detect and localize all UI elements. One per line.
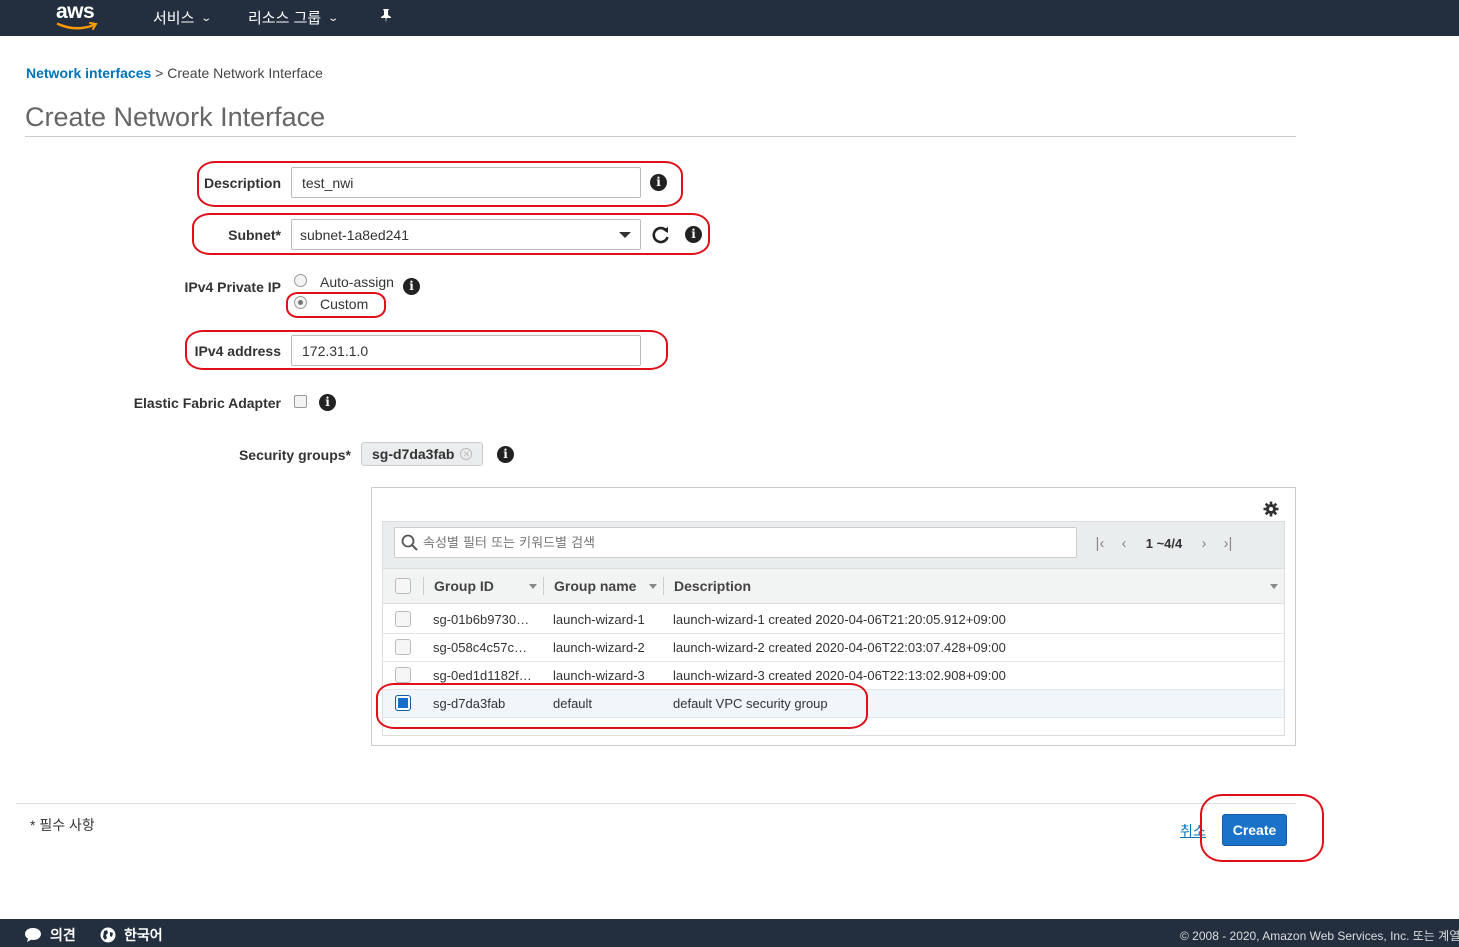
- resource-groups-menu[interactable]: 리소스 그룹 ⌄: [248, 7, 340, 28]
- row-checkbox[interactable]: [395, 639, 411, 655]
- search-icon: [401, 534, 418, 551]
- auto-assign-label[interactable]: Auto-assign: [320, 274, 394, 290]
- custom-radio[interactable]: [294, 296, 307, 309]
- caret-down-icon: [619, 232, 631, 238]
- group-id-cell: sg-058c4c57c…: [433, 640, 527, 655]
- aws-logo[interactable]: aws: [56, 0, 102, 32]
- info-icon[interactable]: i: [403, 278, 420, 295]
- info-icon[interactable]: i: [685, 226, 702, 243]
- table-toolbar: |‹ ‹ 1 ~4/4 › ›|: [383, 522, 1284, 568]
- last-page-icon[interactable]: ›|: [1216, 535, 1240, 552]
- description-cell: launch-wizard-1 created 2020-04-06T21:20…: [673, 612, 1006, 627]
- security-group-token-label: sg-d7da3fab: [372, 446, 455, 462]
- group-id-cell: sg-d7da3fab: [433, 696, 506, 711]
- ipv4-private-ip-label: IPv4 Private IP: [184, 279, 281, 295]
- breadcrumb: Network interfaces > Create Network Inte…: [26, 65, 323, 81]
- sort-caret-icon[interactable]: [1270, 584, 1278, 589]
- table-row[interactable]: sg-058c4c57c… launch-wizard-2 launch-wiz…: [383, 634, 1284, 662]
- top-nav: aws 서비스 ⌄ 리소스 그룹 ⌄: [0, 0, 1459, 36]
- security-group-table: |‹ ‹ 1 ~4/4 › ›| Group ID Group name Des…: [382, 521, 1285, 736]
- sort-caret-icon[interactable]: [649, 584, 657, 589]
- feedback-label: 의견: [50, 927, 76, 943]
- first-page-icon[interactable]: |‹: [1088, 535, 1112, 552]
- row-checkbox[interactable]: [395, 611, 411, 627]
- feedback-link[interactable]: 의견: [24, 925, 76, 945]
- cancel-link[interactable]: 취소: [1180, 821, 1206, 841]
- info-icon[interactable]: i: [650, 174, 667, 191]
- table-header: Group ID Group name Description: [383, 568, 1284, 604]
- table-row[interactable]: sg-d7da3fab default default VPC security…: [383, 690, 1284, 718]
- group-name-cell: default: [553, 696, 593, 711]
- breadcrumb-network-interfaces-link[interactable]: Network interfaces: [26, 65, 151, 81]
- auto-assign-radio[interactable]: [294, 274, 307, 287]
- description-label: Description: [204, 175, 282, 191]
- subnet-select[interactable]: subnet-1a8ed241: [291, 219, 641, 250]
- column-separator: [423, 577, 424, 595]
- column-separator: [543, 577, 544, 595]
- sort-caret-icon[interactable]: [529, 584, 537, 589]
- column-header-group-name[interactable]: Group name: [554, 569, 636, 603]
- gear-icon[interactable]: [1263, 501, 1279, 517]
- column-header-description[interactable]: Description: [674, 569, 751, 603]
- description-cell: launch-wizard-2 created 2020-04-06T22:03…: [673, 640, 1006, 655]
- table-row[interactable]: sg-0ed1d1182f… launch-wizard-3 launch-wi…: [383, 662, 1284, 690]
- required-note: * 필수 사항: [30, 817, 95, 833]
- description-cell: launch-wizard-3 created 2020-04-06T22:13…: [673, 668, 1006, 683]
- page-indicator: 1 ~4/4: [1145, 536, 1183, 551]
- subnet-label: Subnet*: [228, 227, 281, 243]
- efa-label: Elastic Fabric Adapter: [133, 395, 281, 411]
- group-id-cell: sg-0ed1d1182f…: [433, 668, 532, 683]
- services-menu[interactable]: 서비스 ⌄: [153, 7, 213, 28]
- speech-bubble-icon: [25, 928, 41, 942]
- refresh-icon[interactable]: [651, 225, 671, 245]
- ipv4-address-label: IPv4 address: [194, 343, 281, 359]
- group-name-cell: launch-wizard-1: [553, 612, 645, 627]
- custom-label[interactable]: Custom: [320, 296, 368, 312]
- column-separator: [663, 577, 664, 595]
- group-id-cell: sg-01b6b9730…: [433, 612, 530, 627]
- previous-page-icon[interactable]: ‹: [1112, 535, 1136, 552]
- language-selector[interactable]: 한국어: [100, 925, 163, 945]
- globe-icon: [100, 927, 116, 943]
- aws-logo-text: aws: [56, 0, 95, 23]
- aws-smile-icon: [56, 22, 98, 30]
- search-box[interactable]: [394, 527, 1077, 558]
- row-checkbox[interactable]: [395, 695, 411, 711]
- efa-checkbox[interactable]: [294, 395, 307, 408]
- services-label: 서비스: [153, 10, 195, 27]
- ipv4-address-input[interactable]: [291, 335, 641, 366]
- divider: [16, 803, 1296, 804]
- resource-groups-label: 리소스 그룹: [248, 10, 322, 27]
- create-button[interactable]: Create: [1222, 814, 1287, 846]
- next-page-icon[interactable]: ›: [1192, 535, 1216, 552]
- row-checkbox[interactable]: [395, 667, 411, 683]
- breadcrumb-current: Create Network Interface: [167, 65, 323, 81]
- select-all-checkbox[interactable]: [395, 578, 411, 594]
- divider: [25, 136, 1296, 137]
- chevron-down-icon: ⌄: [327, 13, 340, 24]
- chevron-down-icon: ⌄: [200, 13, 213, 24]
- table-row[interactable]: sg-01b6b9730… launch-wizard-1 launch-wiz…: [383, 606, 1284, 634]
- security-group-panel: |‹ ‹ 1 ~4/4 › ›| Group ID Group name Des…: [371, 487, 1296, 746]
- security-groups-label: Security groups*: [238, 447, 351, 463]
- language-label: 한국어: [124, 927, 163, 943]
- copyright: © 2008 - 2020, Amazon Web Services, Inc.…: [1180, 929, 1459, 943]
- group-name-cell: launch-wizard-3: [553, 668, 645, 683]
- description-cell: default VPC security group: [673, 696, 828, 711]
- security-group-token[interactable]: sg-d7da3fab ✕: [361, 442, 484, 466]
- pin-icon[interactable]: [378, 8, 394, 24]
- column-header-group-id[interactable]: Group ID: [434, 569, 494, 603]
- pagination: |‹ ‹ 1 ~4/4 › ›|: [1088, 535, 1240, 552]
- search-input[interactable]: [423, 532, 1063, 554]
- footer: 의견 한국어 © 2008 - 2020, Amazon Web Service…: [0, 919, 1459, 947]
- subnet-selected-value: subnet-1a8ed241: [300, 227, 409, 243]
- description-input[interactable]: [291, 167, 641, 198]
- info-icon[interactable]: i: [319, 394, 336, 411]
- page-title: Create Network Interface: [25, 102, 326, 132]
- group-name-cell: launch-wizard-2: [553, 640, 645, 655]
- remove-token-icon[interactable]: ✕: [460, 448, 473, 460]
- breadcrumb-separator: >: [155, 65, 164, 81]
- info-icon[interactable]: i: [497, 446, 514, 463]
